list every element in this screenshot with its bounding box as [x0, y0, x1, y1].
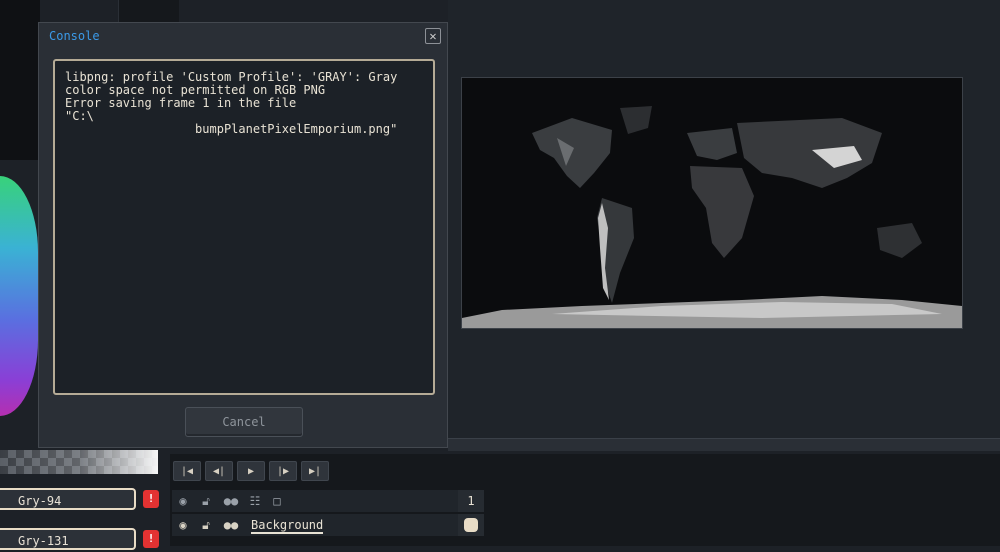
- frame-cel[interactable]: [458, 514, 484, 536]
- layer-settings-icon[interactable]: ☷: [244, 490, 266, 512]
- visibility-all-icon[interactable]: ◉: [172, 490, 194, 512]
- layer-name[interactable]: Background: [251, 516, 323, 534]
- cancel-button[interactable]: Cancel: [185, 407, 303, 437]
- close-icon[interactable]: ✕: [425, 28, 441, 44]
- color-wheel[interactable]: [0, 176, 38, 416]
- lock-icon[interactable]: 🔓︎: [195, 514, 217, 536]
- continuous-layer-icon[interactable]: □: [266, 490, 288, 512]
- world-map-bump-image: [462, 78, 962, 328]
- play-button[interactable]: ▶: [237, 461, 265, 481]
- first-frame-button[interactable]: |◀: [173, 461, 201, 481]
- prev-frame-button[interactable]: ◀|: [205, 461, 233, 481]
- frame-number[interactable]: 1: [458, 490, 484, 512]
- eye-icon[interactable]: ◉: [172, 514, 194, 536]
- swatch-lock-icon[interactable]: !: [143, 530, 159, 548]
- dialog-title: Console: [49, 29, 100, 43]
- last-frame-button[interactable]: ▶|: [301, 461, 329, 481]
- layer-row[interactable]: [172, 514, 484, 537]
- sprite-canvas[interactable]: [461, 77, 963, 329]
- link-all-icon[interactable]: ●●: [220, 490, 242, 512]
- palette-swatch[interactable]: Gry-94: [0, 488, 136, 510]
- cel-thumbnail: [464, 518, 478, 532]
- lock-all-icon[interactable]: 🔓︎: [195, 490, 217, 512]
- console-dialog: Console ✕ libpng: profile 'Custom Profil…: [38, 22, 448, 448]
- alpha-gradient-slider[interactable]: [0, 450, 158, 474]
- workspace-scrollbar[interactable]: [448, 438, 1000, 451]
- top-toolbar-fragment: [118, 0, 179, 22]
- swatch-lock-icon[interactable]: !: [143, 490, 159, 508]
- palette-swatch[interactable]: Gry-131: [0, 528, 136, 550]
- console-output[interactable]: libpng: profile 'Custom Profile': 'GRAY'…: [53, 59, 435, 395]
- link-icon[interactable]: ●●: [220, 514, 242, 536]
- left-panel-preview: [0, 0, 40, 160]
- next-frame-button[interactable]: |▶: [269, 461, 297, 481]
- timeline-header-row: [172, 490, 484, 513]
